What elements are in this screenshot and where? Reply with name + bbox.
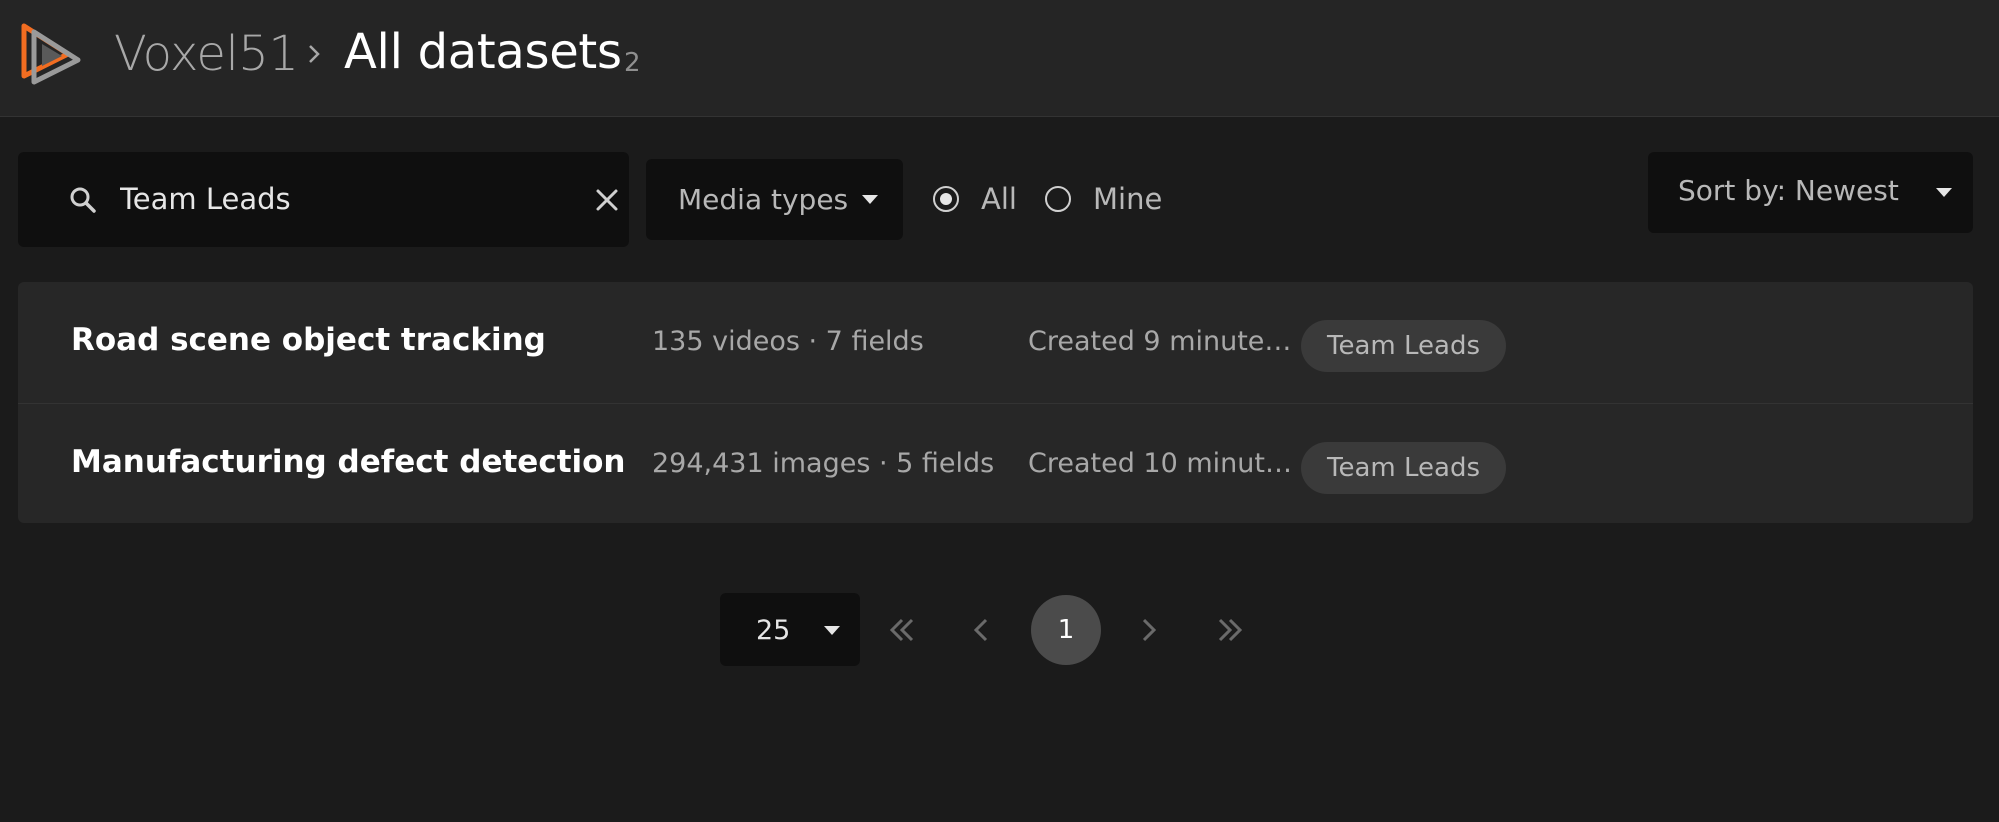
dataset-tag[interactable]: Team Leads (1301, 442, 1506, 494)
table-row[interactable]: Manufacturing defect detection 294,431 i… (18, 403, 1973, 523)
chevron-right-icon (309, 45, 320, 63)
search-box (18, 152, 629, 247)
radio-all-label: All (981, 182, 1017, 216)
radio-checked-icon[interactable] (933, 186, 959, 212)
brand-name[interactable]: Voxel51 (114, 26, 299, 82)
datasets-table: Road scene object tracking 135 videos · … (18, 282, 1973, 523)
previous-page-icon[interactable] (962, 610, 1002, 650)
dataset-sample-summary: 135 videos · 7 fields (652, 326, 924, 357)
dataset-tag[interactable]: Team Leads (1301, 320, 1506, 372)
sort-label: Sort by: Newest (1678, 174, 1899, 207)
caret-down-icon (862, 195, 878, 204)
page-size-value: 25 (756, 615, 791, 646)
dataset-created-time: Created 9 minutes ago (1028, 326, 1298, 357)
table-row[interactable]: Road scene object tracking 135 videos · … (18, 282, 1973, 402)
close-icon[interactable] (592, 185, 622, 215)
caret-down-icon (824, 626, 840, 635)
first-page-icon[interactable] (882, 610, 922, 650)
last-page-icon[interactable] (1210, 610, 1250, 650)
current-page-button[interactable]: 1 (1031, 595, 1101, 665)
page-size-dropdown[interactable]: 25 (720, 593, 860, 666)
media-types-dropdown[interactable]: Media types (646, 159, 903, 240)
dataset-name[interactable]: Manufacturing defect detection (71, 444, 626, 480)
page-title: All datasets (344, 24, 622, 80)
search-icon (70, 187, 96, 213)
next-page-icon[interactable] (1128, 610, 1168, 650)
radio-mine-label: Mine (1093, 182, 1163, 216)
dataset-count: 2 (624, 48, 641, 78)
owner-filter-mine-radio[interactable]: Mine (1045, 182, 1162, 216)
media-types-label: Media types (678, 183, 849, 216)
dataset-created-time: Created 10 minutes ago (1028, 448, 1298, 479)
voxel51-logo-icon[interactable] (16, 20, 82, 86)
owner-filter-all-radio[interactable]: All (933, 182, 1017, 216)
radio-unchecked-icon[interactable] (1045, 186, 1071, 212)
search-input[interactable] (120, 174, 560, 224)
sort-dropdown[interactable]: Sort by: Newest (1648, 152, 1973, 233)
top-header: Voxel51 All datasets 2 (0, 0, 1999, 117)
dataset-sample-summary: 294,431 images · 5 fields (652, 448, 995, 479)
caret-down-icon (1936, 188, 1952, 197)
dataset-name[interactable]: Road scene object tracking (71, 322, 546, 358)
